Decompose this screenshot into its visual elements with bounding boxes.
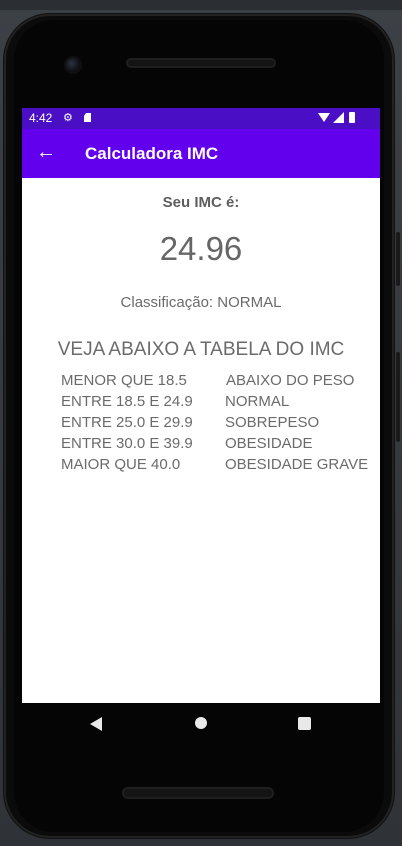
category-cell: ABAIXO DO PESO — [226, 372, 355, 389]
battery-icon — [349, 112, 355, 123]
table-row: ENTRE 30.0 E 39.9 OBESIDADE — [61, 435, 371, 456]
emulator-toolbar — [0, 0, 402, 10]
app-bar: ← Calculadora IMC — [22, 129, 380, 178]
category-cell: OBESIDADE — [225, 435, 313, 452]
range-cell: ENTRE 25.0 E 29.9 — [61, 414, 193, 431]
classification-text: Classificação: NORMAL — [120, 294, 282, 311]
range-cell: ENTRE 18.5 E 24.9 — [61, 393, 193, 410]
range-cell: MENOR QUE 18.5 — [61, 372, 187, 389]
table-row: MENOR QUE 18.5 ABAIXO DO PESO — [61, 372, 371, 393]
status-bar: 4:42 ⚙ — [22, 108, 380, 129]
arrow-left-icon[interactable]: ← — [36, 140, 56, 164]
table-title: VEJA ABAIXO A TABELA DO IMC — [57, 339, 345, 360]
table-row: ENTRE 25.0 E 29.9 SOBREPESO — [61, 414, 371, 435]
navigation-bar — [22, 703, 380, 747]
imc-table: MENOR QUE 18.5 ABAIXO DO PESO ENTRE 18.5… — [61, 372, 371, 477]
nav-back-icon[interactable] — [90, 717, 102, 731]
status-time: 4:42 — [29, 111, 53, 125]
app-title: Calculadora IMC — [85, 144, 219, 163]
earpiece-speaker — [126, 58, 276, 68]
table-row: ENTRE 18.5 E 24.9 NORMAL — [61, 393, 371, 414]
sd-card-icon — [84, 113, 91, 122]
phone-screen: 4:42 ⚙ ← Calculadora IMC Seu IMC é: 24.9… — [22, 108, 380, 703]
range-cell: MAIOR QUE 40.0 — [61, 456, 181, 473]
category-cell: NORMAL — [225, 393, 290, 410]
table-row: MAIOR QUE 40.0 OBESIDADE GRAVE — [61, 456, 371, 477]
nav-recents-icon[interactable] — [298, 717, 311, 730]
settings-icon: ⚙ — [63, 112, 73, 124]
power-button — [396, 352, 400, 442]
nav-home-icon[interactable] — [195, 717, 207, 729]
main-content: Seu IMC é: 24.96 Classificação: NORMAL V… — [22, 178, 380, 703]
wifi-icon — [318, 113, 330, 122]
category-cell: SOBREPESO — [225, 414, 320, 431]
range-cell: ENTRE 30.0 E 39.9 — [61, 435, 193, 452]
signal-icon — [333, 112, 344, 123]
category-cell: OBESIDADE GRAVE — [225, 456, 369, 473]
imc-value: 24.96 — [159, 230, 243, 267]
volume-button — [396, 232, 400, 286]
bottom-speaker — [122, 787, 274, 799]
front-camera-icon — [66, 58, 80, 72]
imc-label: Seu IMC é: — [162, 194, 240, 211]
